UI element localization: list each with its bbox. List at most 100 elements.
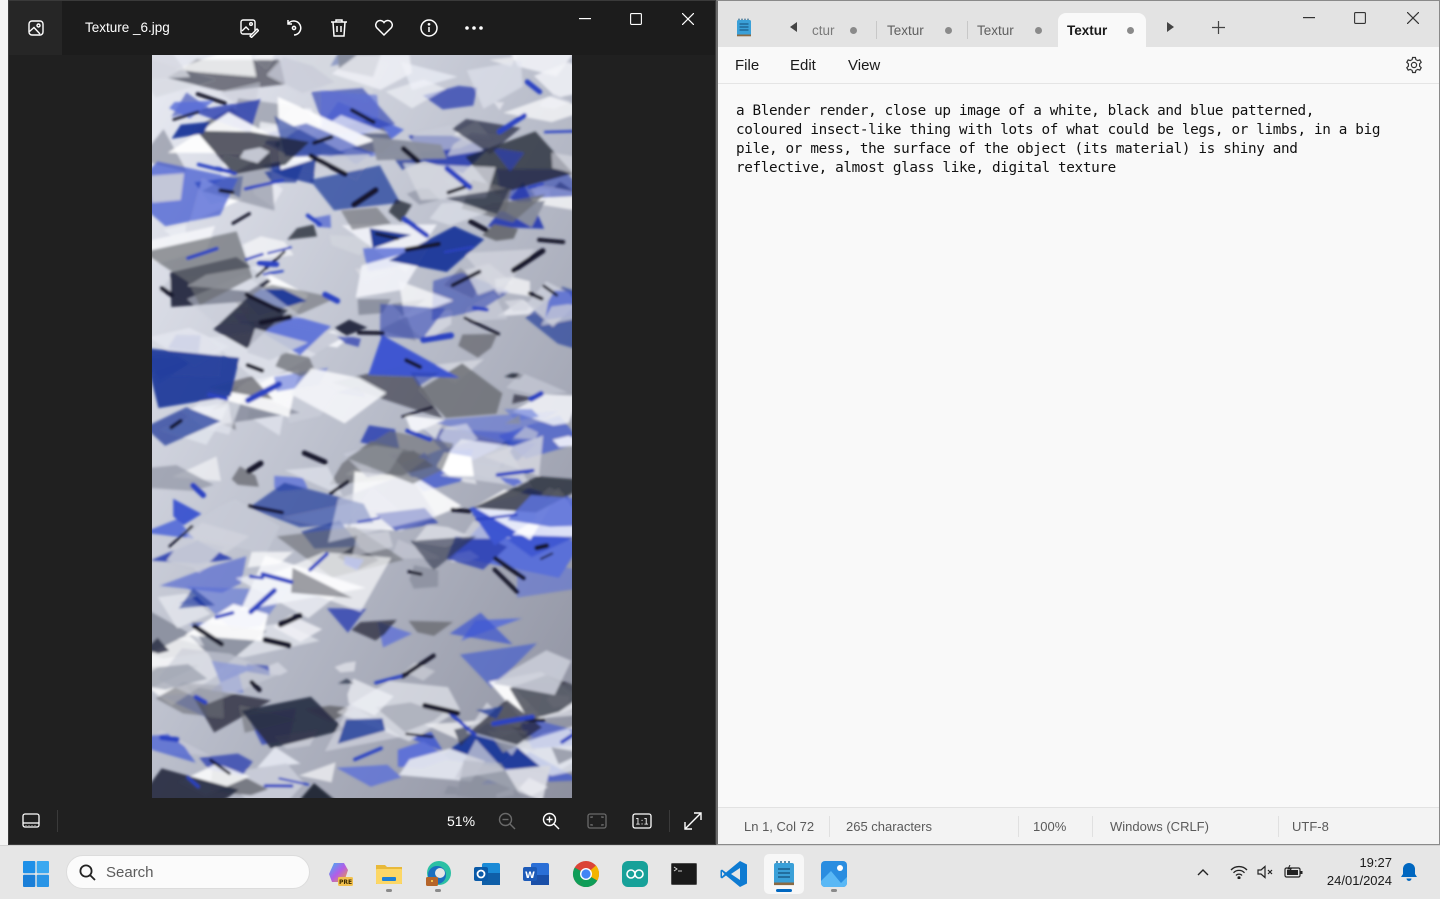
cursor-position: Ln 1, Col 72 — [744, 819, 815, 834]
taskbar-notepad[interactable] — [764, 854, 804, 894]
menu-edit[interactable]: Edit — [790, 57, 816, 74]
notepad-tab-strip: ctur Textur Textur Textur — [718, 1, 1439, 47]
minimize-icon — [1303, 17, 1315, 19]
fit-to-window-button[interactable] — [583, 808, 611, 834]
notepad-menu-bar: File Edit View — [718, 47, 1439, 84]
taskbar-search-box[interactable]: Search — [66, 855, 310, 889]
unsaved-indicator-icon — [945, 26, 952, 34]
delete-button[interactable] — [326, 15, 352, 41]
photos-app-button[interactable] — [9, 1, 62, 55]
actual-size-icon: 1:1 — [632, 813, 652, 829]
tab-textur-1[interactable]: ctur — [812, 13, 868, 47]
notepad-status-bar: Ln 1, Col 72 265 characters 100% Windows… — [718, 807, 1439, 844]
texture-stripe — [543, 130, 572, 134]
notepad-minimize-button[interactable] — [1291, 5, 1327, 31]
running-indicator — [435, 889, 441, 892]
edit-image-button[interactable] — [236, 15, 262, 41]
clock-date: 24/01/2024 — [1326, 873, 1392, 888]
clock[interactable]: 19:27 24/01/2024 — [1314, 854, 1392, 890]
actual-size-button[interactable]: 1:1 — [628, 808, 656, 834]
photo-filename: Texture _6.jpg — [85, 20, 170, 35]
search-icon — [79, 864, 96, 881]
taskbar-chrome[interactable] — [566, 854, 606, 894]
tab-textur-active[interactable]: Textur — [1058, 13, 1146, 47]
terminal-icon — [671, 863, 697, 885]
notepad-maximize-button[interactable] — [1342, 5, 1378, 31]
editor-line: reflective, almost glass like, digital t… — [736, 160, 1116, 176]
caret-left-icon — [790, 22, 797, 32]
zoom-out-button[interactable] — [493, 808, 521, 834]
new-tab-button[interactable] — [1208, 17, 1228, 37]
info-button[interactable] — [416, 15, 442, 41]
tab-label: Textur — [977, 22, 1014, 38]
wifi-icon — [1230, 865, 1248, 879]
full-screen-button[interactable] — [679, 808, 707, 834]
divider — [829, 816, 830, 837]
close-icon — [1407, 12, 1419, 24]
photos-minimize-button[interactable] — [570, 7, 600, 31]
favorite-button[interactable] — [371, 15, 397, 41]
zoom-in-button[interactable] — [537, 808, 565, 834]
battery-charging-icon — [1284, 865, 1303, 878]
tab-divider — [967, 21, 968, 39]
filmstrip-button[interactable] — [17, 808, 45, 834]
notifications-button[interactable] — [1397, 860, 1421, 884]
folder-icon — [376, 865, 402, 884]
photos-maximize-button[interactable] — [621, 7, 651, 31]
notepad-close-button[interactable] — [1395, 5, 1431, 31]
delete-icon — [331, 19, 347, 37]
divider — [1278, 816, 1279, 837]
taskbar-arduino[interactable] — [615, 854, 655, 894]
divider — [1092, 816, 1093, 837]
start-button[interactable] — [16, 854, 56, 894]
taskbar-word[interactable]: W — [516, 854, 556, 894]
taskbar-outlook[interactable] — [467, 854, 507, 894]
text-editor[interactable]: a Blender render, close up image of a wh… — [718, 85, 1439, 808]
taskbar-terminal[interactable] — [664, 854, 704, 894]
character-count: 265 characters — [846, 819, 932, 834]
menu-file[interactable]: File — [735, 57, 759, 74]
encoding[interactable]: UTF-8 — [1292, 819, 1329, 834]
tab-textur-3[interactable]: Textur — [977, 13, 1059, 47]
texture-shard — [152, 173, 184, 203]
photos-icon — [821, 861, 847, 887]
scroll-tabs-right-button[interactable] — [1160, 17, 1180, 37]
photos-close-button[interactable] — [673, 7, 703, 31]
divider — [1018, 816, 1019, 837]
texture-stripe — [248, 575, 265, 580]
unsaved-indicator-icon — [850, 26, 857, 34]
svg-text:1:1: 1:1 — [635, 818, 649, 828]
photo-image[interactable] — [152, 55, 572, 799]
unsaved-indicator-icon — [1127, 26, 1134, 34]
taskbar-photos[interactable] — [814, 854, 854, 894]
settings-button[interactable] — [1405, 56, 1423, 79]
battery-button[interactable] — [1282, 860, 1306, 884]
menu-view[interactable]: View — [848, 57, 880, 74]
copilot-icon: PRE — [329, 863, 353, 886]
taskbar-copilot[interactable]: PRE — [320, 854, 360, 894]
editor-line: a Blender render, close up image of a wh… — [736, 103, 1315, 119]
tab-divider — [876, 21, 877, 39]
taskbar-file-explorer[interactable] — [369, 854, 409, 894]
divider — [57, 810, 58, 832]
volume-button[interactable] — [1254, 860, 1278, 884]
arduino-icon — [622, 861, 648, 887]
rotate-button[interactable] — [281, 15, 307, 41]
zoom-level[interactable]: 100% — [1033, 819, 1066, 834]
taskbar-edge[interactable] — [418, 854, 458, 894]
texture-stripe — [450, 507, 472, 514]
network-button[interactable] — [1227, 860, 1251, 884]
rotate-icon — [287, 20, 302, 36]
scroll-tabs-left-button[interactable] — [784, 17, 804, 37]
notepad-app-icon — [736, 18, 752, 43]
tab-textur-2[interactable]: Textur — [887, 13, 969, 47]
edge-icon — [426, 861, 451, 886]
full-screen-icon — [684, 812, 702, 830]
divider — [669, 810, 670, 832]
line-ending[interactable]: Windows (CRLF) — [1110, 819, 1209, 834]
show-hidden-icons-button[interactable] — [1191, 860, 1215, 884]
volume-muted-icon — [1257, 865, 1273, 879]
taskbar-vscode[interactable] — [714, 854, 754, 894]
texture-stripe — [159, 735, 180, 743]
more-options-button[interactable] — [461, 15, 487, 41]
